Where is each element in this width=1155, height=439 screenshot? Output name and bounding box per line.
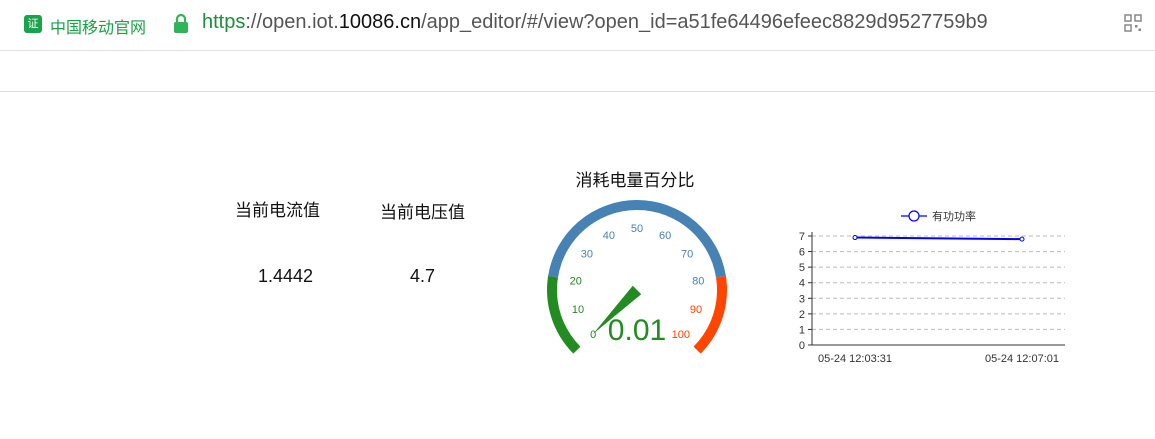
- gauge-tick-label: 60: [659, 230, 671, 242]
- gauge-tick-label: 10: [572, 304, 584, 316]
- gauge-value: 0.01: [608, 314, 666, 347]
- gauge-minor-tick: [698, 331, 704, 336]
- gauge-major-tick: [557, 276, 570, 281]
- y-tick-label: 2: [799, 309, 805, 321]
- data-point[interactable]: [852, 235, 858, 241]
- gauge-minor-tick: [607, 215, 610, 221]
- gauge-minor-tick: [559, 269, 565, 272]
- legend-label: 有功功率: [932, 209, 976, 223]
- gauge-minor-tick: [704, 255, 710, 259]
- gauge-minor-tick: [576, 236, 582, 241]
- gauge-minor-tick: [567, 248, 573, 253]
- gauge-minor-tick: [676, 222, 681, 227]
- gauge-minor-tick: [614, 213, 617, 219]
- gauge-major-tick: [667, 218, 675, 230]
- gauge-tick-label: 50: [631, 223, 643, 235]
- url-text[interactable]: https://open.iot.10086.cn/app_editor/#/v…: [202, 11, 988, 34]
- gauge-tick-label: 20: [570, 275, 582, 287]
- gauge-minor-tick: [593, 222, 598, 227]
- chart-legend[interactable]: 有功功率: [901, 209, 976, 223]
- chart-grid: [812, 235, 1065, 330]
- chart-axes: [811, 232, 1065, 346]
- gauge-minor-tick: [694, 337, 699, 342]
- y-tick-label: 5: [799, 262, 805, 274]
- gauge-minor-tick: [709, 269, 715, 272]
- gauge-minor-tick: [701, 248, 707, 253]
- gauge-major-tick: [701, 310, 714, 316]
- chart-x-ticks: 05-24 12:03:31 05-24 12:07:01: [818, 353, 1059, 365]
- gauge-tick-label: 100: [672, 329, 690, 341]
- gauge-tick-label: 40: [603, 230, 615, 242]
- gauge-minor-tick: [564, 255, 570, 259]
- y-tick-label: 7: [799, 231, 805, 243]
- gauge-major-tick: [691, 242, 703, 251]
- qr-code-icon[interactable]: [1124, 14, 1142, 32]
- gauge-minor-tick: [687, 231, 693, 236]
- gauge-minor-tick: [650, 211, 653, 217]
- gauge-tick-label: 70: [681, 249, 693, 261]
- current-value: 1.4442: [258, 266, 314, 286]
- site-identity-label[interactable]: 中国移动官网: [50, 14, 146, 38]
- url-prefix: ://open.iot.: [245, 11, 339, 33]
- gauge-tick-label: 0: [590, 329, 596, 341]
- active-power-chart: 有功功率 0 1 2 3 4 5 6 7 05-24 12:03:31 05-24 12:07:…: [799, 209, 1065, 365]
- gauge-minor-tick: [563, 319, 569, 323]
- gauge-major-tick: [560, 310, 573, 316]
- page-header-strip: [0, 51, 1155, 92]
- current-label: 当前电流值: [235, 201, 320, 221]
- legend-marker-icon: [908, 210, 920, 222]
- gauge-minor-tick: [581, 231, 587, 236]
- x-tick-label: 05-24 12:03:31: [818, 353, 892, 365]
- lock-icon[interactable]: [173, 13, 189, 35]
- gauge-minor-tick: [705, 319, 711, 323]
- gauge-minor-tick: [558, 305, 564, 308]
- data-point[interactable]: [1019, 236, 1025, 242]
- y-tick-label: 1: [799, 324, 805, 336]
- chart-y-ticks: 0 1 2 3 4 5 6 7: [799, 231, 812, 352]
- gauge-minor-tick: [711, 298, 717, 301]
- url-protocol: https: [202, 11, 246, 33]
- gauge-tick-label: 90: [690, 304, 702, 316]
- gauge-minor-tick: [587, 226, 592, 232]
- gauge-minor-tick: [561, 262, 567, 266]
- gauge-minor-tick: [657, 213, 660, 219]
- voltage-value: 4.7: [410, 266, 436, 286]
- gauge-minor-tick: [570, 331, 576, 336]
- gauge-minor-tick: [682, 226, 687, 232]
- y-tick-label: 4: [799, 278, 805, 290]
- gauge-minor-tick: [566, 325, 572, 329]
- gauge-minor-tick: [557, 298, 563, 301]
- gauge-minor-tick: [664, 215, 667, 221]
- address-bar[interactable]: 证 中国移动官网 https://open.iot.10086.cn/app_e…: [0, 0, 1155, 51]
- y-tick-label: 0: [799, 340, 805, 352]
- gauge-major-tick: [599, 218, 607, 230]
- gauge-tick-label: 80: [692, 275, 704, 287]
- gauge-title: 消耗电量百分比: [575, 171, 695, 191]
- url-path: /app_editor/#/view?open_id=a51fe64496efe…: [421, 11, 988, 33]
- gauge-major-tick: [704, 276, 717, 281]
- gauge-minor-tick: [621, 211, 624, 217]
- y-tick-label: 3: [799, 293, 805, 305]
- x-tick-label: 05-24 12:07:01: [985, 353, 1059, 365]
- gauge-tick-label: 30: [581, 249, 593, 261]
- site-certificate-icon[interactable]: 证: [24, 15, 42, 33]
- gauge-minor-tick: [692, 236, 698, 241]
- gauge-minor-tick: [707, 262, 713, 266]
- gauge-minor-tick: [710, 305, 716, 308]
- gauge-major-tick: [579, 337, 590, 348]
- gauge-minor-tick: [575, 337, 580, 342]
- power-usage-gauge: 0 10 20 30 40 50 60 70 80 90 100 0.01: [547, 199, 727, 354]
- voltage-label: 当前电压值: [380, 203, 465, 223]
- series-line: [854, 236, 1023, 241]
- gauge-minor-tick: [702, 325, 708, 329]
- y-tick-label: 6: [799, 247, 805, 259]
- url-domain: 10086.cn: [338, 11, 422, 33]
